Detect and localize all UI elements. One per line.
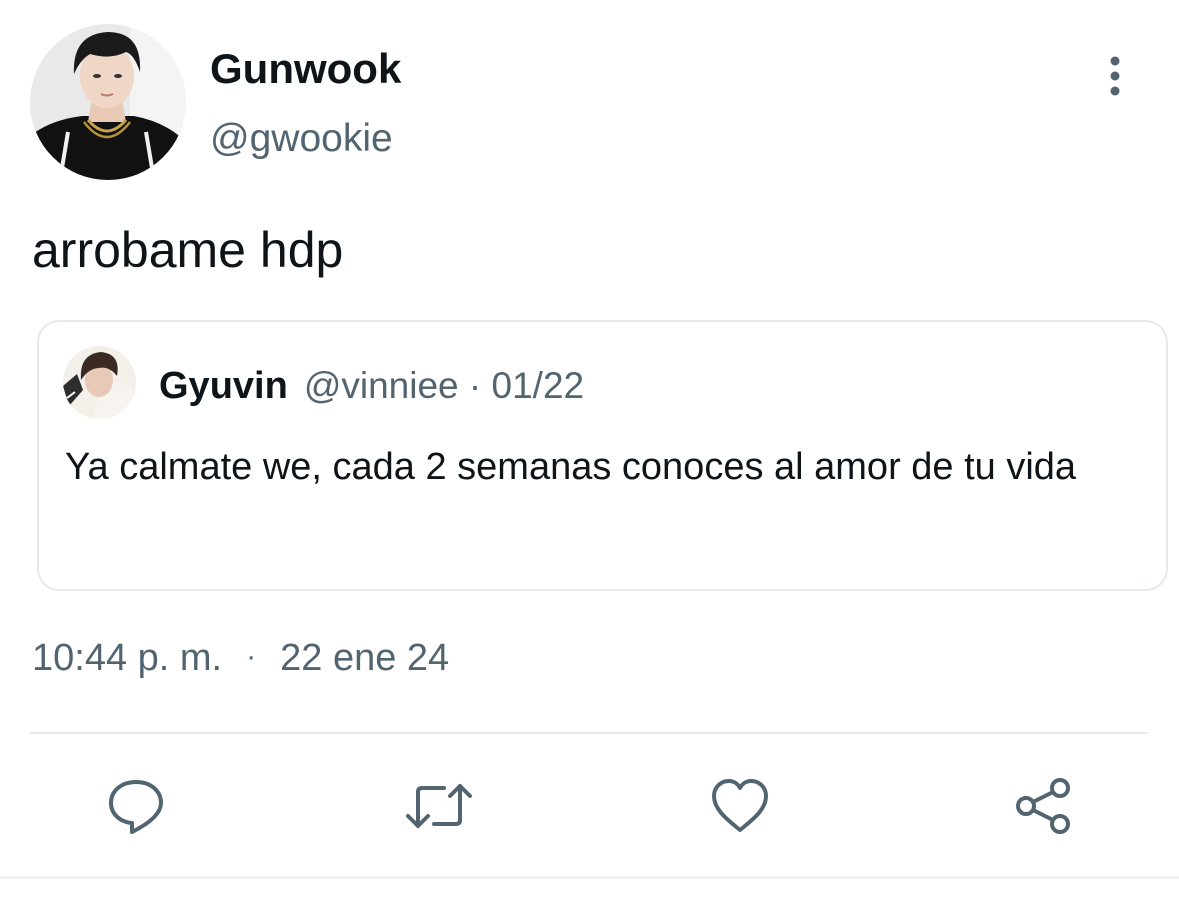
divider bbox=[30, 732, 1148, 734]
quoted-tweet-text: Ya calmate we, cada 2 semanas conoces al… bbox=[65, 446, 1077, 488]
quoted-author-avatar[interactable] bbox=[63, 346, 136, 419]
author-display-name[interactable]: Gunwook bbox=[210, 44, 401, 94]
quoted-author-handle-date: @vinniee · 01/22 bbox=[303, 365, 585, 406]
tweet-detail: Gunwook @gwookie arrobame hdp Gyuvin @vin… bbox=[0, 0, 1179, 897]
author-handle[interactable]: @gwookie bbox=[210, 114, 393, 164]
more-options-button[interactable] bbox=[1098, 52, 1132, 100]
like-button[interactable] bbox=[710, 776, 770, 836]
quoted-tweet-header: Gyuvin @vinniee · 01/22 bbox=[159, 362, 584, 418]
quoted-author-name[interactable]: Gyuvin bbox=[159, 365, 288, 407]
tweet-text: arrobame hdp bbox=[32, 222, 344, 278]
share-icon bbox=[1016, 778, 1070, 834]
tweet-timestamp[interactable]: 10:44 p. m. · 22 ene 24 bbox=[32, 634, 449, 685]
reply-button[interactable] bbox=[106, 776, 166, 836]
tweet-time: 10:44 p. m. bbox=[32, 637, 223, 679]
retweet-button[interactable] bbox=[406, 776, 472, 836]
heart-icon bbox=[712, 779, 768, 832]
tweet-date: 22 ene 24 bbox=[280, 637, 450, 679]
reply-icon bbox=[109, 780, 163, 834]
author-avatar[interactable] bbox=[30, 24, 186, 180]
quoted-tweet-card[interactable]: Gyuvin @vinniee · 01/22 Ya calmate we, ca… bbox=[37, 320, 1168, 591]
timestamp-separator: · bbox=[246, 640, 257, 673]
more-vertical-icon bbox=[1110, 56, 1120, 96]
bottom-divider bbox=[0, 876, 1179, 879]
retweet-icon bbox=[406, 784, 472, 828]
share-button[interactable] bbox=[1012, 776, 1072, 836]
